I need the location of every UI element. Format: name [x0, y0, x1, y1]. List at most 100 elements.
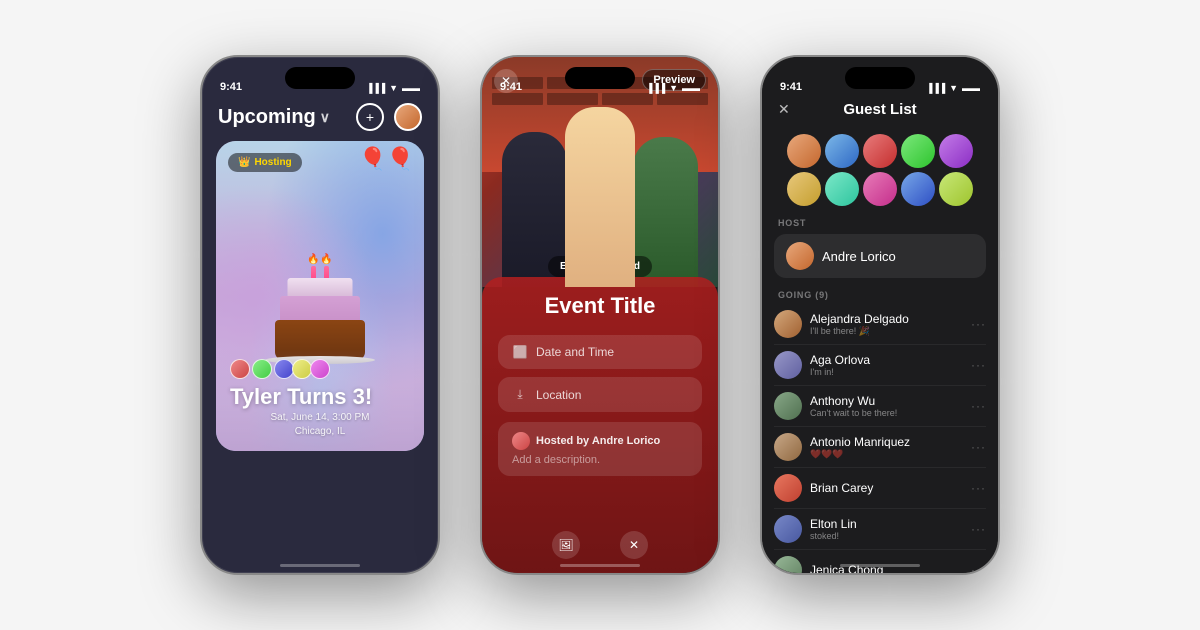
guest-avatar-elton [774, 515, 802, 543]
guest-info-anthony: Anthony Wu Can't wait to be there! [810, 394, 963, 418]
guest-avatar-aga [774, 351, 802, 379]
more-options-jenica[interactable]: ··· [971, 563, 986, 573]
overview-avatar-8 [863, 172, 897, 206]
event-attendee-avatars [230, 359, 410, 379]
guest-avatar-alejandra [774, 310, 802, 338]
guest-row-brian[interactable]: Brian Carey ··· [774, 468, 986, 509]
status-time-1: 9:41 [220, 81, 242, 93]
calendar-icon: ⬜ [512, 345, 528, 359]
overview-avatar-5 [939, 134, 973, 168]
overview-avatar-10 [939, 172, 973, 206]
guest-info-antonio: Antonio Manriquez ❤️❤️❤️ [810, 435, 963, 460]
overview-avatar-4 [901, 134, 935, 168]
person-center [565, 107, 635, 287]
guest-avatars-overview [762, 126, 998, 214]
guest-list-scroll[interactable]: Alejandra Delgado I'll be there! 🎉 ··· A… [762, 304, 998, 573]
status-time-2: 9:41 [500, 81, 522, 93]
home-indicator-2 [560, 564, 640, 567]
more-options-anthony[interactable]: ··· [971, 399, 986, 413]
dynamic-island-3 [845, 67, 915, 89]
host-row: Andre Lorico [774, 234, 986, 278]
event-card-info: Tyler Turns 3! Sat, June 14, 3:00 PM Chi… [216, 349, 424, 451]
phone3-close-button[interactable]: ✕ [778, 101, 790, 118]
guest-row-antonio[interactable]: Antonio Manriquez ❤️❤️❤️ ··· [774, 427, 986, 468]
guest-row-jenica[interactable]: Jenica Chong ··· [774, 550, 986, 573]
event-card-tyler[interactable]: 🎈🎈 👑 Hosting [216, 141, 424, 451]
host-avatar-small [512, 432, 530, 450]
dynamic-island-2 [565, 67, 635, 89]
guest-name-anthony: Anthony Wu [810, 394, 963, 408]
host-info: Hosted by Andre Lorico [512, 432, 688, 450]
home-indicator-3 [840, 564, 920, 567]
more-options-aga[interactable]: ··· [971, 358, 986, 372]
phone2-bottom-bar: 🖼 ✕ [482, 525, 718, 565]
date-time-field[interactable]: ⬜ Date and Time [498, 335, 702, 369]
home-indicator-1 [280, 564, 360, 567]
guest-row-alejandra[interactable]: Alejandra Delgado I'll be there! 🎉 ··· [774, 304, 986, 345]
guest-info-alejandra: Alejandra Delgado I'll be there! 🎉 [810, 312, 963, 337]
status-icons-3: ▐▐▐ ▼ ▬▬ [926, 83, 980, 93]
guest-list-content: ✕ Guest List HOST Andre Lorico [762, 57, 998, 573]
guest-row-anthony[interactable]: Anthony Wu Can't wait to be there! ··· [774, 386, 986, 427]
host-avatar [786, 242, 814, 270]
guest-status-alejandra: I'll be there! 🎉 [810, 326, 963, 337]
guest-status-elton: stoked! [810, 531, 963, 541]
more-options-antonio[interactable]: ··· [971, 440, 986, 454]
guest-row-aga[interactable]: Aga Orlova I'm in! ··· [774, 345, 986, 386]
guest-row-elton[interactable]: Elton Lin stoked! ··· [774, 509, 986, 550]
hosted-by-text: Hosted by Andre Lorico [536, 435, 660, 447]
description-field[interactable]: Hosted by Andre Lorico Add a description… [498, 422, 702, 476]
upcoming-title: Upcoming [218, 106, 316, 129]
location-label: Location [536, 388, 581, 402]
more-options-brian[interactable]: ··· [971, 481, 986, 495]
more-options-alejandra[interactable]: ··· [971, 317, 986, 331]
guest-status-aga: I'm in! [810, 367, 963, 377]
event-date: Sat, June 14, 3:00 PM [230, 412, 410, 423]
balloon-decorations: 🎈🎈 [359, 146, 414, 172]
event-location: Chicago, IL [230, 426, 410, 437]
dismiss-icon[interactable]: ✕ [620, 531, 648, 559]
photo-icon[interactable]: 🖼 [552, 531, 580, 559]
guest-name-alejandra: Alejandra Delgado [810, 312, 963, 326]
attendee-avatar-1 [230, 359, 250, 379]
status-icons-2: ▐▐▐ ▼ ▬▬ [646, 83, 700, 93]
host-section-label: HOST [762, 214, 998, 232]
dynamic-island-1 [285, 67, 355, 89]
guest-status-anthony: Can't wait to be there! [810, 408, 963, 418]
guest-avatar-anthony [774, 392, 802, 420]
crown-icon: 👑 [238, 157, 250, 168]
guest-name-elton: Elton Lin [810, 517, 963, 531]
guest-name-aga: Aga Orlova [810, 353, 963, 367]
location-icon: ⤓ [512, 387, 528, 402]
event-title-input[interactable]: Event Title [545, 293, 656, 319]
status-time-3: 9:41 [780, 81, 802, 93]
add-event-button[interactable]: + [356, 103, 384, 131]
phone1-title-group: Upcoming ∨ [218, 106, 330, 129]
guest-info-elton: Elton Lin stoked! [810, 517, 963, 541]
overview-avatar-3 [863, 134, 897, 168]
user-avatar[interactable] [394, 103, 422, 131]
guest-avatar-antonio [774, 433, 802, 461]
location-field[interactable]: ⤓ Location [498, 377, 702, 412]
phone-2-event-edit: 9:41 ▐▐▐ ▼ ▬▬ [480, 55, 720, 575]
overview-avatar-7 [825, 172, 859, 206]
going-section-label: GOING (9) [762, 286, 998, 304]
guest-info-brian: Brian Carey [810, 481, 963, 495]
overview-avatar-1 [787, 134, 821, 168]
attendee-avatar-3 [274, 359, 294, 379]
chevron-down-icon: ∨ [320, 109, 330, 126]
attendee-avatar-5 [310, 359, 330, 379]
host-name: Andre Lorico [822, 249, 896, 264]
guest-avatar-brian [774, 474, 802, 502]
phone-3-guest-list: 9:41 ▐▐▐ ▼ ▬▬ ✕ Guest List [760, 55, 1000, 575]
hosting-badge: 👑 Hosting [228, 153, 302, 172]
guest-status-antonio: ❤️❤️❤️ [810, 449, 963, 460]
overview-avatar-2 [825, 134, 859, 168]
description-placeholder: Add a description. [512, 454, 688, 466]
overview-avatar-9 [901, 172, 935, 206]
more-options-elton[interactable]: ··· [971, 522, 986, 536]
guest-name-brian: Brian Carey [810, 481, 963, 495]
event-title: Tyler Turns 3! [230, 385, 410, 409]
overview-avatar-6 [787, 172, 821, 206]
phone-1-upcoming: 9:41 ▐▐▐ ▼ ▬▬ Upcoming ∨ + [200, 55, 440, 575]
